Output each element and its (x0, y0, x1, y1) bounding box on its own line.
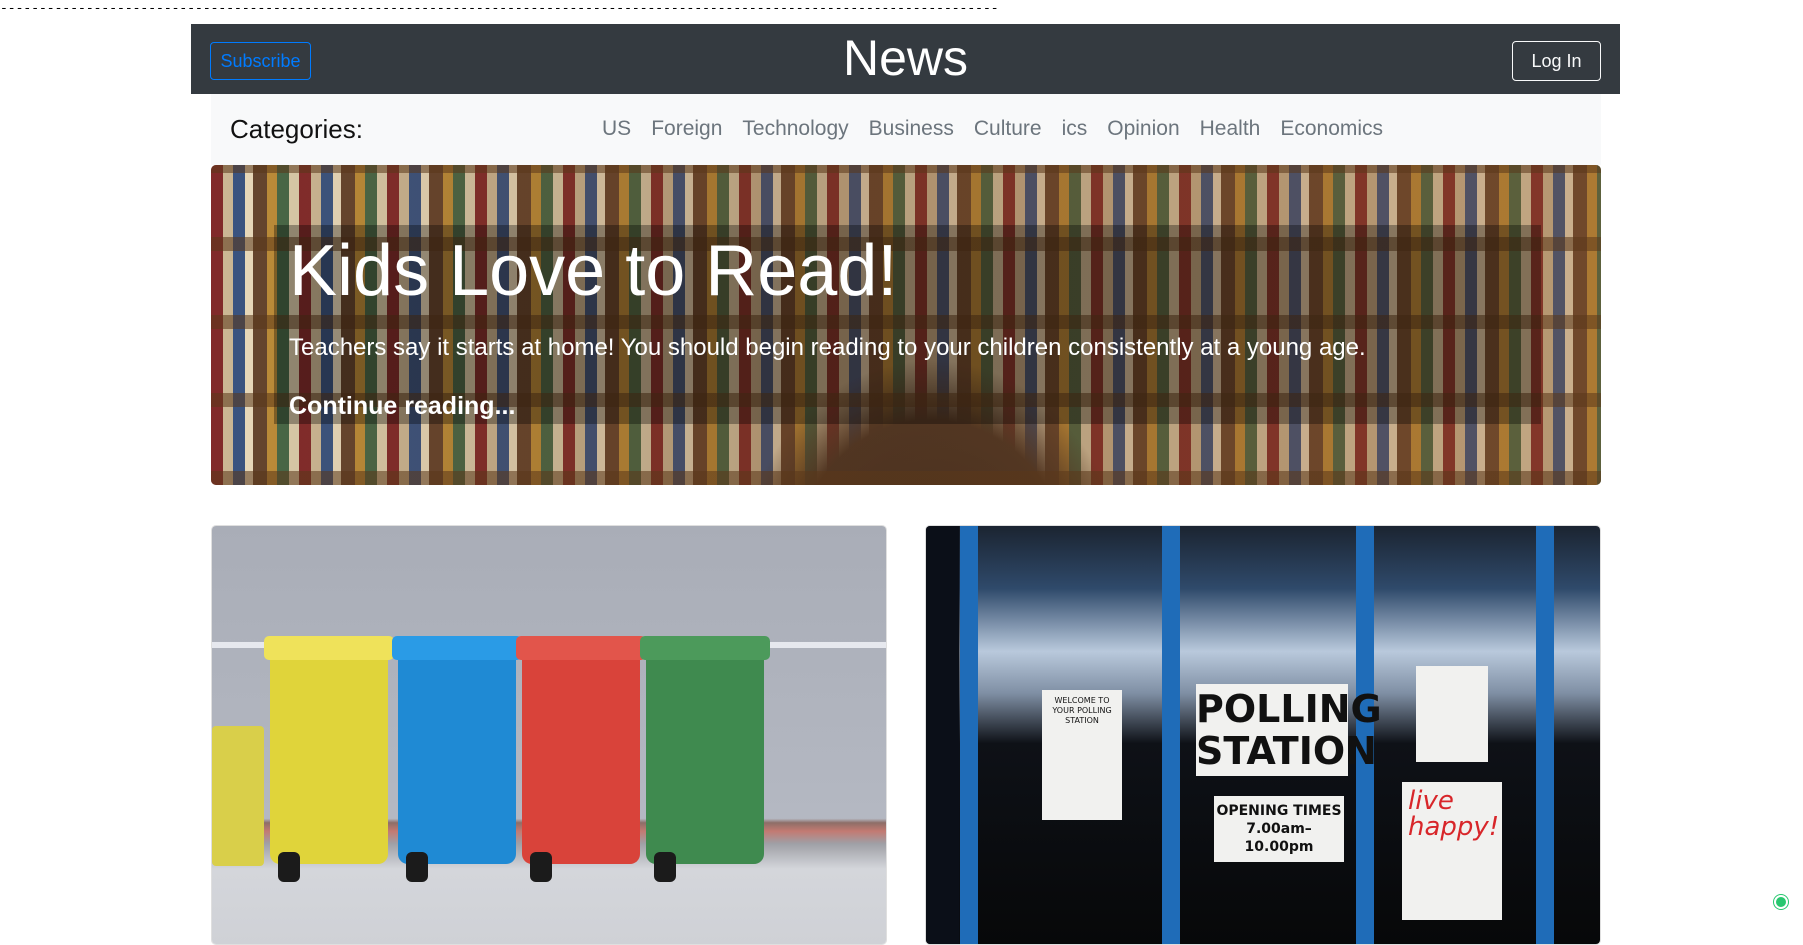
opening-times-sign: OPENING TIMES 7.00am–10.00pm (1214, 796, 1344, 862)
live-happy-text: live happy! (1408, 786, 1500, 842)
article-card-recycling[interactable] (211, 525, 887, 945)
page-container: Subscribe News Log In Categories: US For… (191, 24, 1620, 485)
article-card-polling[interactable]: POLLING STATION OPENING TIMES 7.00am–10.… (925, 525, 1601, 945)
login-button[interactable]: Log In (1512, 41, 1601, 81)
status-indicator-icon[interactable] (1774, 895, 1788, 909)
category-technology[interactable]: Technology (732, 115, 858, 143)
yellow-bin (264, 636, 394, 882)
live-happy-poster: live happy! (1402, 782, 1502, 920)
category-ics[interactable]: ics (1052, 115, 1098, 143)
polling-station-sign: POLLING STATION (1196, 684, 1382, 776)
category-business[interactable]: Business (859, 115, 964, 143)
category-foreign[interactable]: Foreign (641, 115, 732, 143)
door-frame-far-right (1536, 526, 1554, 944)
categories-nav: Categories: US Foreign Technology Busine… (211, 94, 1601, 165)
categories-list: US Foreign Technology Business Culture i… (592, 115, 1393, 143)
dashed-divider: ----------------------------------------… (0, 1, 1000, 16)
hero-subtitle: Teachers say it starts at home! You shou… (289, 334, 1366, 361)
hero-caption: Kids Love to Read! Teachers say it start… (274, 225, 1541, 424)
category-health[interactable]: Health (1190, 115, 1271, 143)
red-bin (516, 636, 646, 882)
top-navbar: Subscribe News Log In (191, 24, 1620, 94)
recycling-bins-image (212, 526, 886, 944)
category-economics[interactable]: Economics (1270, 115, 1393, 143)
category-culture[interactable]: Culture (964, 115, 1052, 143)
hero-banner: Kids Love to Read! Teachers say it start… (211, 165, 1601, 485)
yellow-chair (212, 726, 264, 866)
article-cards: POLLING STATION OPENING TIMES 7.00am–10.… (211, 525, 1601, 945)
door-frame-left (960, 526, 978, 944)
site-title[interactable]: News (191, 26, 1620, 90)
category-us[interactable]: US (592, 115, 641, 143)
welcome-sign: WELCOME TO YOUR POLLING STATION (1042, 690, 1122, 820)
green-bin (640, 636, 770, 882)
categories-label: Categories: (230, 114, 363, 144)
category-opinion[interactable]: Opinion (1097, 115, 1189, 143)
door-frame-center (1162, 526, 1180, 944)
hero-title: Kids Love to Read! (289, 231, 898, 311)
info-notice (1416, 666, 1488, 762)
blue-bin (392, 636, 522, 882)
polling-station-image: POLLING STATION OPENING TIMES 7.00am–10.… (926, 526, 1600, 944)
continue-reading-link[interactable]: Continue reading... (289, 391, 515, 421)
